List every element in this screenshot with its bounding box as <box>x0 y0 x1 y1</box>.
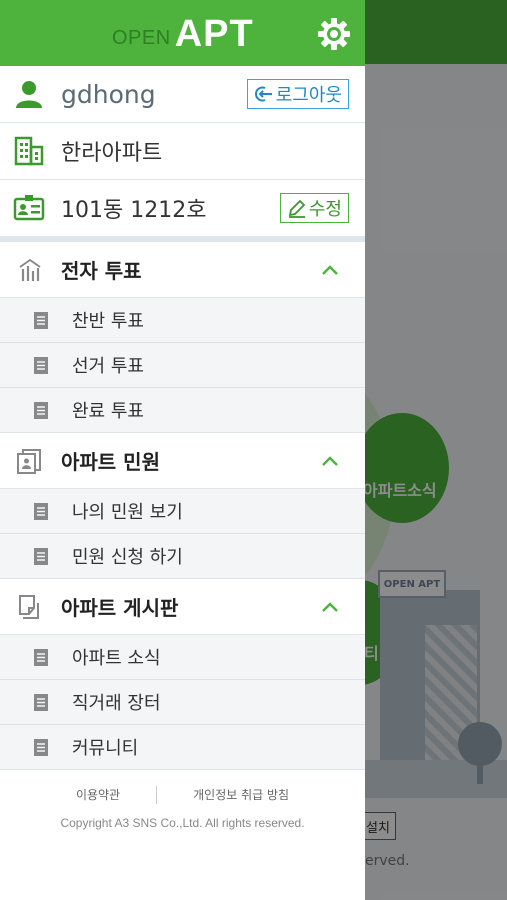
menu-item-label: 커뮤니티 <box>72 738 139 759</box>
drawer-header: OPEN APT <box>0 0 365 66</box>
document-icon <box>34 648 48 666</box>
chevron-up-icon[interactable] <box>321 455 339 467</box>
logout-icon <box>254 86 272 102</box>
document-icon <box>34 693 48 711</box>
document-icon <box>34 547 48 565</box>
document-icon <box>34 311 48 329</box>
menu-item-label: 선거 투표 <box>72 356 144 377</box>
board-icon <box>19 594 39 619</box>
pencil-icon <box>288 199 306 218</box>
menu-item-pro-con-vote[interactable]: 찬반 투표 <box>0 298 365 343</box>
unit-number: 101동 1212호 <box>61 198 207 223</box>
privacy-policy-link[interactable]: 개인정보 취급 방침 <box>157 786 325 804</box>
user-profile-row: gdhong 로그아웃 <box>0 66 365 123</box>
navigation-drawer: OPEN APT gdhong 로그아웃 한라아파트 101동 1212호 수정… <box>0 0 365 900</box>
section-header-complaints[interactable]: 아파트 민원 <box>0 433 365 489</box>
chevron-up-icon[interactable] <box>321 601 339 613</box>
logout-label: 로그아웃 <box>275 85 342 106</box>
menu-item-label: 찬반 투표 <box>72 311 144 332</box>
menu-item-label: 아파트 소식 <box>72 648 161 669</box>
section-title-complaints: 아파트 민원 <box>61 450 160 474</box>
menu-item-completed-vote[interactable]: 완료 투표 <box>0 388 365 433</box>
drawer-footer: 이용약관 개인정보 취급 방침 Copyright A3 SNS Co.,Ltd… <box>0 775 365 900</box>
menu-item-apartment-news[interactable]: 아파트 소식 <box>0 635 365 680</box>
logout-button[interactable]: 로그아웃 <box>246 79 349 109</box>
menu-item-label: 완료 투표 <box>72 401 144 422</box>
menu-item-community[interactable]: 커뮤니티 <box>0 725 365 770</box>
edit-unit-button[interactable]: 수정 <box>279 193 349 223</box>
menu-item-label: 민원 신청 하기 <box>72 547 183 568</box>
logo-apt-text: APT <box>174 13 254 55</box>
document-stack-icon <box>17 448 41 474</box>
section-header-e-vote[interactable]: 전자 투표 <box>0 242 365 298</box>
menu-item-my-complaints[interactable]: 나의 민원 보기 <box>0 489 365 534</box>
gear-icon[interactable] <box>316 16 352 52</box>
section-title-bulletin-board: 아파트 게시판 <box>61 596 179 620</box>
person-icon <box>16 81 42 108</box>
section-header-bulletin-board[interactable]: 아파트 게시판 <box>0 579 365 635</box>
apartment-row: 한라아파트 <box>0 123 365 180</box>
user-name: gdhong <box>61 79 156 109</box>
terms-link[interactable]: 이용약관 <box>40 786 156 804</box>
id-card-icon <box>13 195 45 221</box>
apartment-building-icon <box>14 136 44 166</box>
menu-item-election-vote[interactable]: 선거 투표 <box>0 343 365 388</box>
document-icon <box>34 502 48 520</box>
logo-open-text: OPEN <box>112 27 171 49</box>
copyright-text: Copyright A3 SNS Co.,Ltd. All rights res… <box>60 816 305 830</box>
menu-item-marketplace[interactable]: 직거래 장터 <box>0 680 365 725</box>
apartment-name: 한라아파트 <box>61 141 163 166</box>
chart-icon <box>19 258 41 281</box>
document-icon <box>34 738 48 756</box>
document-icon <box>34 356 48 374</box>
app-logo: OPEN APT <box>112 14 254 54</box>
document-icon <box>34 401 48 419</box>
menu-item-file-complaint[interactable]: 민원 신청 하기 <box>0 534 365 579</box>
chevron-up-icon[interactable] <box>321 264 339 276</box>
footer-links: 이용약관 개인정보 취급 방침 <box>0 786 365 804</box>
menu-item-label: 직거래 장터 <box>72 693 161 714</box>
unit-row: 101동 1212호 수정 <box>0 180 365 237</box>
section-title-e-vote: 전자 투표 <box>61 259 142 283</box>
edit-label: 수정 <box>308 199 342 220</box>
menu-item-label: 나의 민원 보기 <box>72 502 183 523</box>
